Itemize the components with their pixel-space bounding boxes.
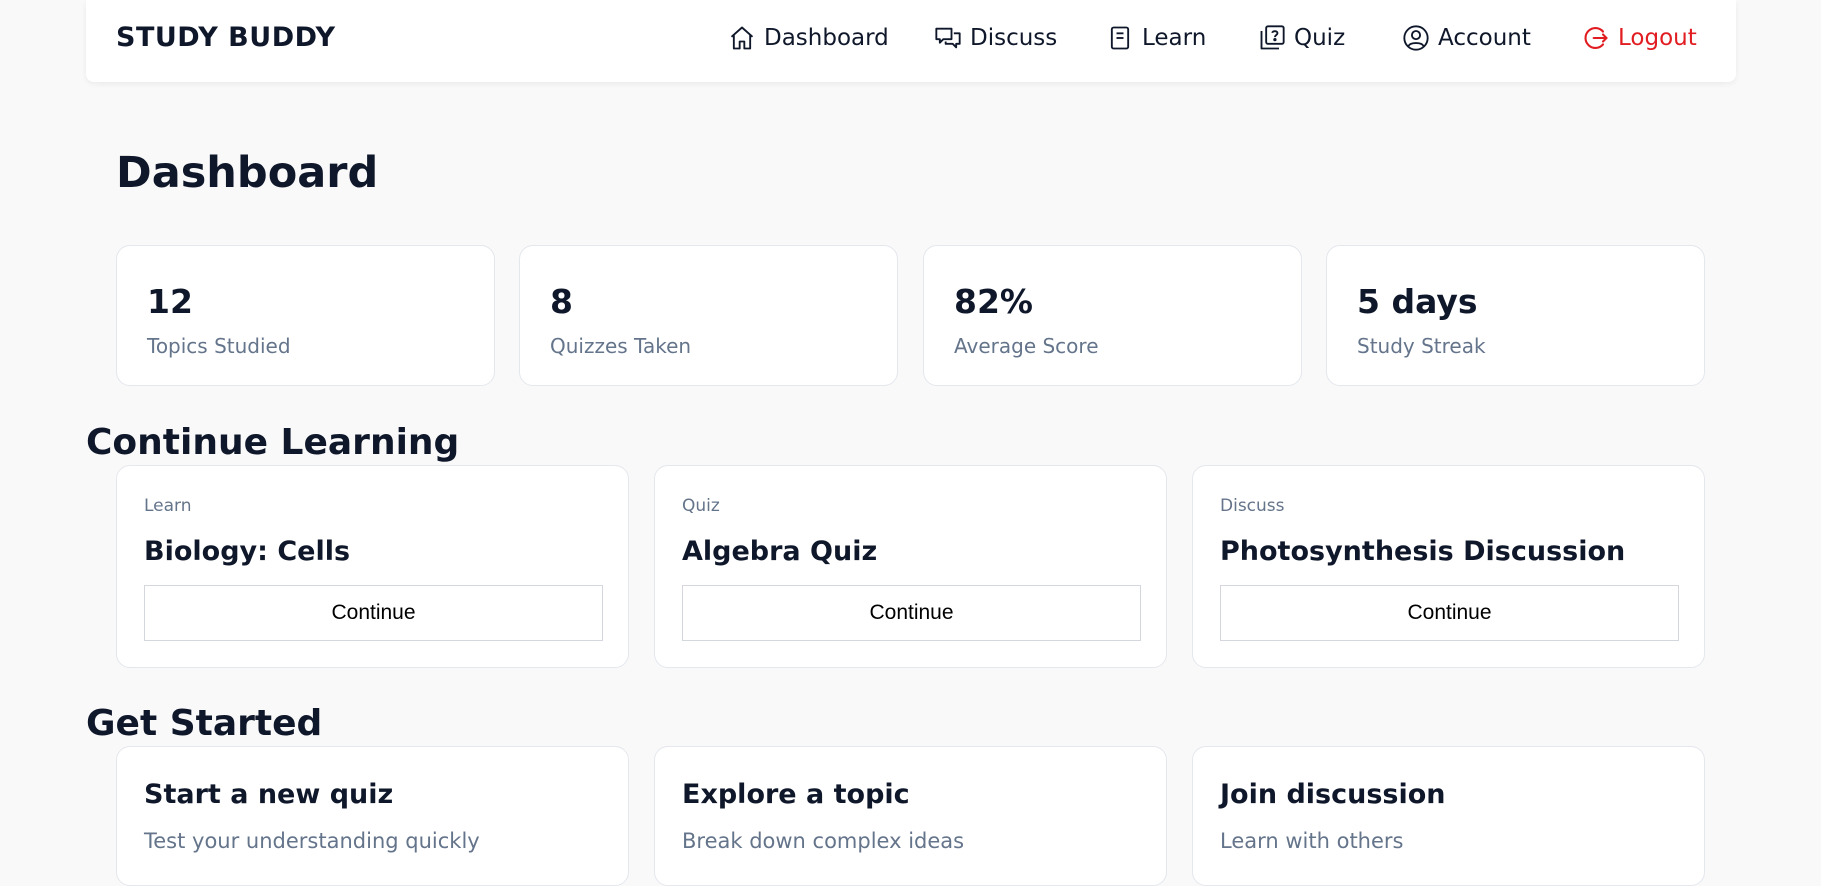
chat-bubbles-icon: [935, 27, 961, 49]
nav-learn-label: Learn: [1142, 25, 1207, 51]
nav-dashboard[interactable]: Dashboard: [728, 20, 889, 56]
nav-discuss[interactable]: Discuss: [934, 20, 1057, 56]
stat-value: 82%: [954, 282, 1033, 321]
page-title: Dashboard: [116, 148, 379, 198]
card-description: Test your understanding quickly: [144, 829, 480, 853]
stat-value: 8: [550, 282, 573, 321]
stat-card-average-score: 82% Average Score: [923, 245, 1302, 386]
brand-logo[interactable]: STUDY BUDDY: [116, 22, 336, 53]
card-title: Start a new quiz: [144, 779, 394, 810]
nav-account-label: Account: [1438, 25, 1531, 51]
top-navbar: STUDY BUDDY Dashboard Discuss Learn Quiz…: [86, 0, 1736, 82]
user-circle-icon: [1403, 25, 1429, 51]
continue-card-photosynthesis: Discuss Photosynthesis Discussion Contin…: [1192, 465, 1705, 668]
nav-quiz-label: Quiz: [1294, 25, 1346, 51]
card-title: Algebra Quiz: [682, 536, 878, 567]
stat-value: 12: [147, 282, 193, 321]
continue-learning-heading: Continue Learning: [86, 422, 460, 463]
continue-button[interactable]: Continue: [682, 585, 1141, 641]
get-started-card-discussion[interactable]: Join discussion Learn with others: [1192, 746, 1705, 886]
home-icon: [730, 26, 754, 50]
card-type-label: Quiz: [682, 496, 720, 516]
get-started-heading: Get Started: [86, 703, 323, 744]
stat-value: 5 days: [1357, 282, 1478, 321]
nav-dashboard-label: Dashboard: [764, 25, 889, 51]
stat-card-topics: 12 Topics Studied: [116, 245, 495, 386]
continue-card-algebra: Quiz Algebra Quiz Continue: [654, 465, 1167, 668]
card-title: Biology: Cells: [144, 536, 351, 567]
card-title: Join discussion: [1220, 779, 1446, 810]
nav-logout[interactable]: Logout: [1582, 20, 1697, 56]
nav-learn[interactable]: Learn: [1106, 20, 1206, 56]
stat-card-quizzes: 8 Quizzes Taken: [519, 245, 898, 386]
stat-label: Average Score: [954, 334, 1099, 358]
get-started-card-quiz[interactable]: Start a new quiz Test your understanding…: [116, 746, 629, 886]
get-started-card-topic[interactable]: Explore a topic Break down complex ideas: [654, 746, 1167, 886]
stat-card-streak: 5 days Study Streak: [1326, 245, 1705, 386]
stat-label: Topics Studied: [147, 334, 291, 358]
card-type-label: Discuss: [1220, 496, 1285, 516]
nav-discuss-label: Discuss: [970, 25, 1058, 51]
card-type-label: Learn: [144, 496, 192, 516]
document-icon: [1110, 26, 1130, 50]
nav-quiz[interactable]: Quiz: [1258, 20, 1345, 56]
card-description: Break down complex ideas: [682, 829, 965, 853]
card-description: Learn with others: [1220, 829, 1404, 853]
nav-account[interactable]: Account: [1402, 20, 1531, 56]
stat-label: Quizzes Taken: [550, 334, 692, 358]
continue-button[interactable]: Continue: [144, 585, 603, 641]
card-title: Explore a topic: [682, 779, 910, 810]
card-title: Photosynthesis Discussion: [1220, 536, 1626, 567]
continue-card-biology: Learn Biology: Cells Continue: [116, 465, 629, 668]
quiz-icon: [1260, 25, 1285, 50]
logout-icon: [1584, 27, 1608, 49]
continue-button[interactable]: Continue: [1220, 585, 1679, 641]
stat-label: Study Streak: [1357, 334, 1486, 358]
nav-logout-label: Logout: [1618, 25, 1697, 51]
